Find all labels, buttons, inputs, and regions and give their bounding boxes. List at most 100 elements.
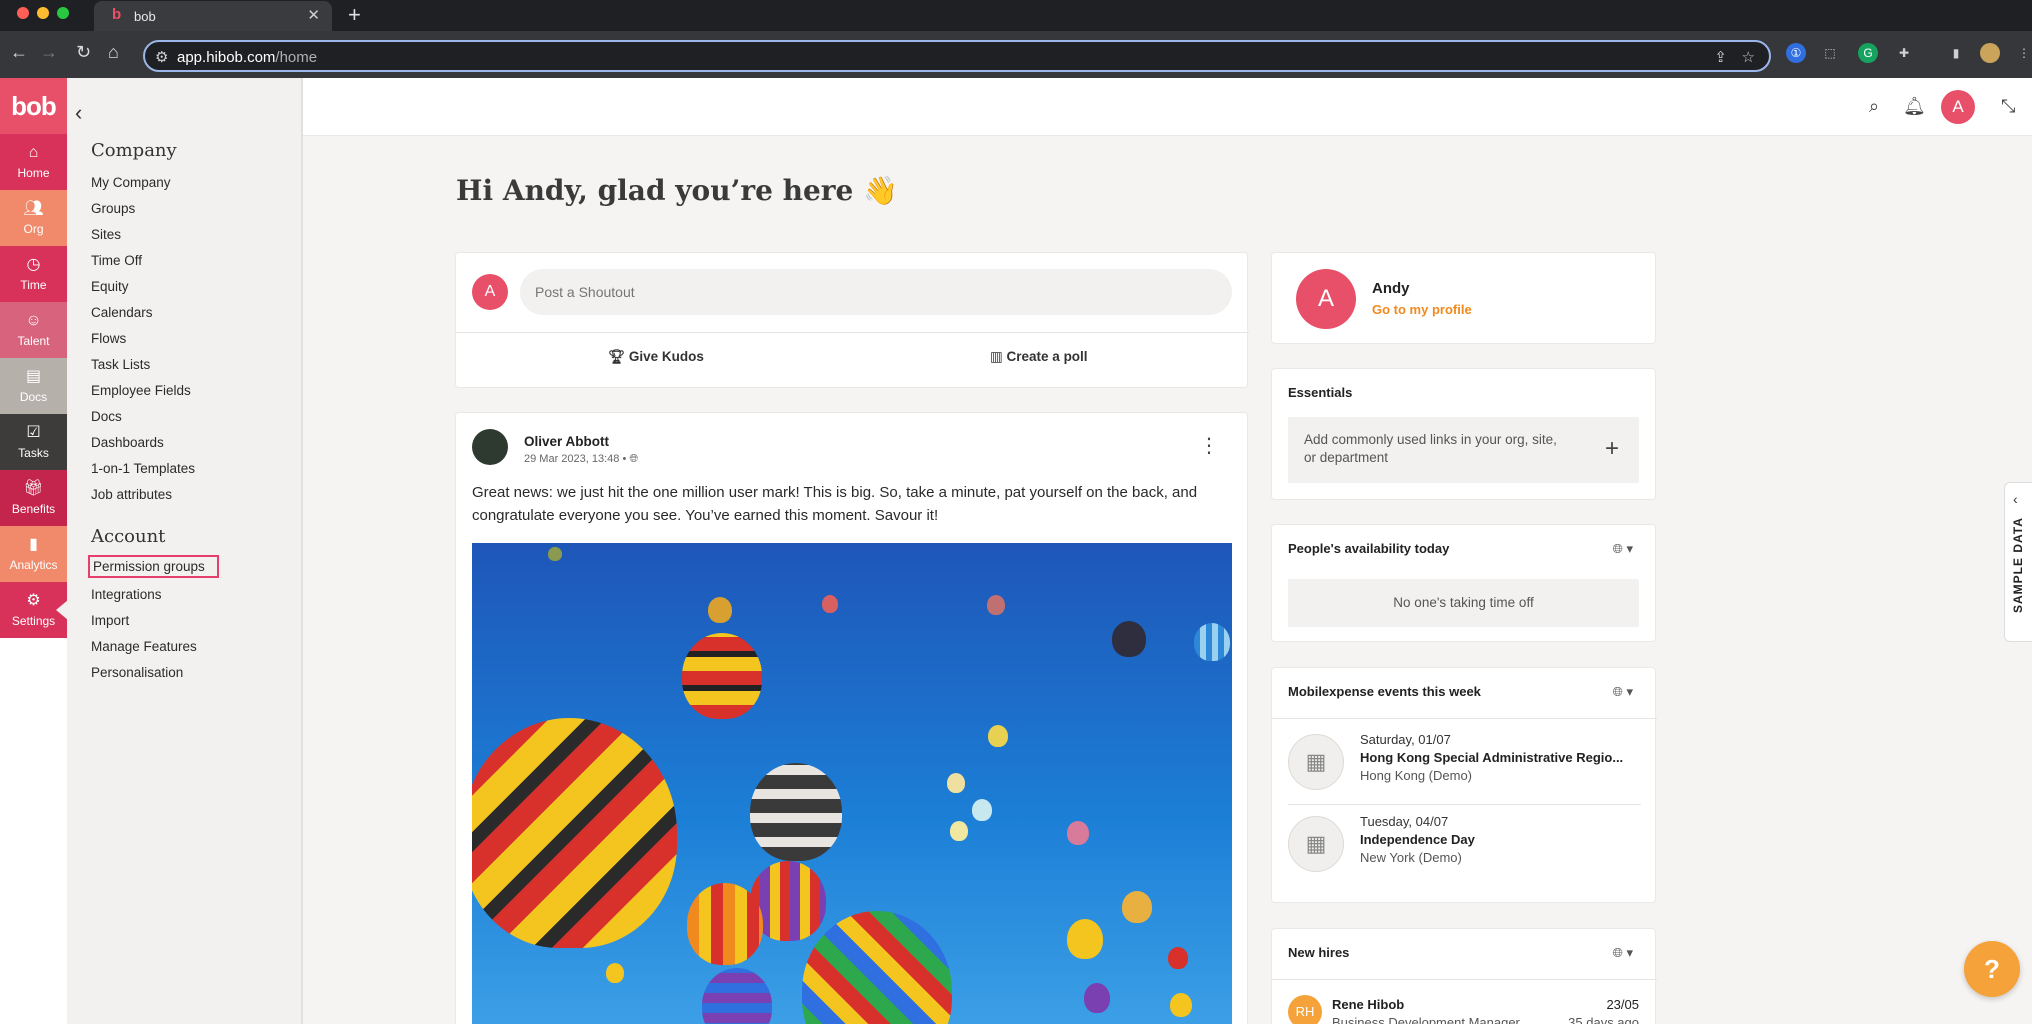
forward-arrow-icon[interactable]: → [40,43,58,61]
menu-item-my-company[interactable]: My Company [91,175,171,190]
browser-menu-icon[interactable]: ⋮ [2014,43,2032,63]
document-icon: ▤ [25,368,42,385]
post-author-name[interactable]: Oliver Abbott [524,434,609,449]
address-bar[interactable]: ⚙ app.hibob.com/home ⇪ ☆ [143,40,1771,72]
browser-tab[interactable]: b bob ✕ [94,1,332,31]
home-browser-icon[interactable]: ⌂ [108,43,119,61]
menu-item-task-lists[interactable]: Task Lists [91,357,150,372]
close-window-button[interactable] [17,7,29,19]
new-hire-days-ago: 35 days ago [1568,1015,1639,1024]
divider [1272,718,1657,719]
menu-item-calendars[interactable]: Calendars [91,305,153,320]
sample-data-tab[interactable]: ‹ SAMPLE DATA [2004,482,2032,642]
bookmark-star-icon[interactable]: ☆ [1742,48,1755,66]
rail-item-benefits[interactable]: 🎁︎ Benefits [0,470,67,526]
post-options-kebab-icon[interactable]: ⋮ [1199,433,1219,458]
menu-item-dashboards[interactable]: Dashboards [91,435,164,450]
search-icon[interactable]: ⌕ [1869,96,1879,117]
site-settings-icon[interactable]: ⚙ [155,48,168,66]
globe-icon: 🌐︎ [1612,684,1623,699]
post-body-text: Great news: we just hit the one million … [472,484,1198,524]
event-date: Tuesday, 04/07 [1360,814,1449,829]
checkbox-icon: ☑ [26,424,41,441]
menu-item-personalisation[interactable]: Personalisation [91,665,183,680]
grammarly-extension-icon[interactable]: G [1858,43,1878,63]
event-title: Independence Day [1360,832,1475,847]
browser-tab-bar: b bob ✕ + [0,0,2032,31]
collapse-menu-chevron-icon[interactable]: ‹ [75,100,82,126]
collapse-arrows-icon[interactable]: ⤡ [2001,96,2015,117]
menu-item-groups[interactable]: Groups [91,201,135,216]
post-shoutout-input[interactable] [520,269,1232,315]
menu-item-manage-features[interactable]: Manage Features [91,639,197,654]
menu-item-docs[interactable]: Docs [91,409,122,424]
calendar-icon: ▦ [1288,816,1344,872]
post-author-avatar[interactable] [472,429,508,465]
back-arrow-icon[interactable]: ← [10,43,28,61]
user-avatar[interactable]: A [1941,90,1975,124]
close-tab-icon[interactable]: ✕ [307,6,320,24]
add-link-plus-icon[interactable]: + [1605,435,1619,463]
new-hire-avatar[interactable]: RH [1288,995,1322,1024]
browser-toolbar: ← → ↻ ⌂ ⚙ app.hibob.com/home ⇪ ☆ ① ⬚ G ✚… [0,31,2032,78]
help-button[interactable]: ? [1964,941,2020,997]
rail-item-label: Talent [17,334,50,348]
go-to-profile-link[interactable]: Go to my profile [1372,302,1472,317]
menu-item-time-off[interactable]: Time Off [91,253,142,268]
rail-item-label: Home [17,166,50,180]
new-hire-name[interactable]: Rene Hibob [1332,997,1404,1012]
screenshot-extension-icon[interactable]: ⬚ [1820,43,1840,63]
new-tab-button[interactable]: + [348,2,361,28]
extensions-puzzle-icon[interactable]: ✚ [1894,43,1914,63]
page-greeting: Hi Andy, glad you’re here 👋 [456,174,898,207]
event-location: New York (Demo) [1360,850,1462,865]
browser-profile-avatar[interactable] [1980,43,2000,63]
post-timestamp: 29 Mar 2023, 13:48 • 🌐︎ [524,453,639,465]
give-kudos-button[interactable]: 🏆︎ Give Kudos [608,349,704,365]
new-hires-scope-dropdown[interactable]: 🌐︎ ▾ [1612,945,1633,961]
share-icon[interactable]: ⇪ [1714,48,1727,66]
rail-item-talent[interactable]: ☺ Talent [0,302,67,358]
create-poll-button[interactable]: ▥ Create a poll [990,349,1088,365]
rail-item-label: Tasks [18,446,49,460]
menu-item-1-on-1-templates[interactable]: 1-on-1 Templates [91,461,195,476]
globe-icon: 🌐︎ [1612,541,1623,556]
rail-item-label: Time [20,278,47,292]
menu-item-sites[interactable]: Sites [91,227,121,242]
essentials-add-box[interactable]: Add commonly used links in your org, sit… [1288,417,1639,483]
menu-item-equity[interactable]: Equity [91,279,129,294]
sidebar-toggle-icon[interactable]: ▮ [1946,43,1966,63]
menu-item-integrations[interactable]: Integrations [91,587,162,602]
reload-icon[interactable]: ↻ [76,43,91,61]
settings-menu-panel: ‹ Company My Company Groups Sites Time Off E… [67,78,303,1024]
rail-item-home[interactable]: ⌂ Home [0,134,67,190]
feed-post-card: Oliver Abbott 29 Mar 2023, 13:48 • 🌐︎ ⋮ … [455,412,1248,1024]
rail-item-org[interactable]: 👥︎ Org [0,190,67,246]
event-location: Hong Kong (Demo) [1360,768,1472,783]
minimize-window-button[interactable] [37,7,49,19]
notification-bell-icon[interactable]: 🔔︎ [1903,96,1926,117]
company-heading: Company [91,140,177,161]
rail-item-analytics[interactable]: ▮ Analytics [0,526,67,582]
divider [1272,979,1657,980]
events-heading: Mobilexpense events this week [1288,684,1481,699]
profile-card: A Andy Go to my profile [1271,252,1656,344]
rail-item-docs[interactable]: ▤ Docs [0,358,67,414]
menu-item-employee-fields[interactable]: Employee Fields [91,383,191,398]
profile-avatar[interactable]: A [1296,269,1356,329]
menu-item-permission-groups[interactable]: Permission groups [88,555,219,578]
menu-item-flows[interactable]: Flows [91,331,126,346]
maximize-window-button[interactable] [57,7,69,19]
bar-chart-icon: ▮ [29,536,38,553]
menu-item-job-attributes[interactable]: Job attributes [91,487,172,502]
events-scope-dropdown[interactable]: 🌐︎ ▾ [1612,684,1633,700]
rail-item-time[interactable]: ◷ Time [0,246,67,302]
bob-logo[interactable]: bob [0,78,67,134]
globe-icon: 🌐︎ [1612,945,1623,960]
password-extension-icon[interactable]: ① [1786,43,1806,63]
menu-item-import[interactable]: Import [91,613,129,628]
rail-item-settings[interactable]: ⚙ Settings [0,582,68,638]
availability-scope-dropdown[interactable]: 🌐︎ ▾ [1612,541,1633,557]
rail-item-tasks[interactable]: ☑ Tasks [0,414,67,470]
essentials-card: Essentials Add commonly used links in yo… [1271,368,1656,500]
